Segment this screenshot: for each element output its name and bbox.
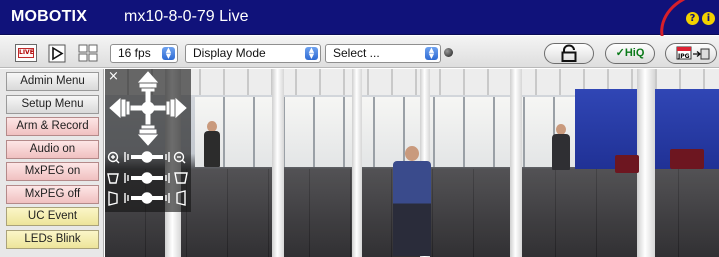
pillar (272, 69, 284, 257)
jpg-label: JPG (677, 53, 690, 60)
fps-select[interactable]: 16 fps ▲ ▼ (110, 44, 178, 63)
select-arrows-icon: ▲ ▼ (305, 47, 318, 60)
play-icon (48, 44, 66, 63)
menu-button-mxpeg-on[interactable]: MxPEG on (6, 162, 99, 181)
menu-button-leds-blink[interactable]: LEDs Blink (6, 229, 99, 249)
multiview-button[interactable] (78, 44, 100, 62)
player-view-button[interactable] (48, 44, 70, 63)
live-camera-image[interactable] (105, 69, 719, 257)
display-mode-value: Display Mode (193, 46, 266, 60)
menu-button-admin-menu[interactable]: Admin Menu (6, 72, 99, 91)
pillar (352, 69, 362, 257)
title-bar: MOBOTIX mx10-8-0-79 Live ? i (0, 0, 719, 35)
unlock-icon (561, 44, 577, 62)
left-menu: Admin Menu Setup Menu Arm & Record Audio on… (0, 69, 104, 257)
pan-slider[interactable] (107, 172, 188, 184)
person (552, 124, 570, 170)
jpg-export-button[interactable]: JPG (665, 43, 717, 64)
hiq-button[interactable]: ✓HiQ (605, 43, 655, 64)
brand-logo: MOBOTIX (11, 8, 88, 25)
toolbar: LIVE 16 fps ▲ ▼ Display Mode ▲ ▼ Select ..… (0, 36, 719, 68)
person (204, 121, 220, 167)
live-view-button[interactable]: LIVE (15, 44, 37, 62)
ptz-control-panel: × (105, 69, 191, 212)
jpg-export-icon: JPG (676, 46, 710, 60)
ptz-controls (107, 71, 188, 206)
menu-button-setup-menu[interactable]: Setup Menu (6, 94, 99, 114)
status-indicator-icon (444, 48, 453, 57)
select-arrows-icon: ▲ ▼ (425, 47, 438, 60)
lock-button[interactable] (544, 43, 594, 64)
action-select-value: Select ... (333, 46, 380, 60)
select-arrows-icon: ▲ ▼ (162, 47, 175, 60)
zoom-slider[interactable] (107, 151, 186, 164)
menu-button-mxpeg-off[interactable]: MxPEG off (6, 184, 99, 204)
tilt-slider[interactable] (108, 190, 186, 206)
pillar (637, 69, 655, 257)
pillar (510, 69, 522, 257)
menu-button-uc-event[interactable]: UC Event (6, 207, 99, 226)
live-label: LIVE (18, 48, 34, 58)
red-sofa (670, 149, 704, 169)
display-mode-select[interactable]: Display Mode ▲ ▼ (185, 44, 321, 63)
person (393, 146, 431, 256)
fps-value: 16 fps (118, 46, 151, 60)
grid-icon (78, 44, 98, 62)
red-sofa (615, 155, 639, 173)
menu-button-arm-record[interactable]: Arm & Record (6, 117, 99, 136)
camera-title: mx10-8-0-79 Live (124, 8, 249, 25)
menu-button-audio-on[interactable]: Audio on (6, 139, 99, 159)
action-select[interactable]: Select ... ▲ ▼ (325, 44, 441, 63)
pan-tilt-pad-icon[interactable] (109, 71, 187, 146)
